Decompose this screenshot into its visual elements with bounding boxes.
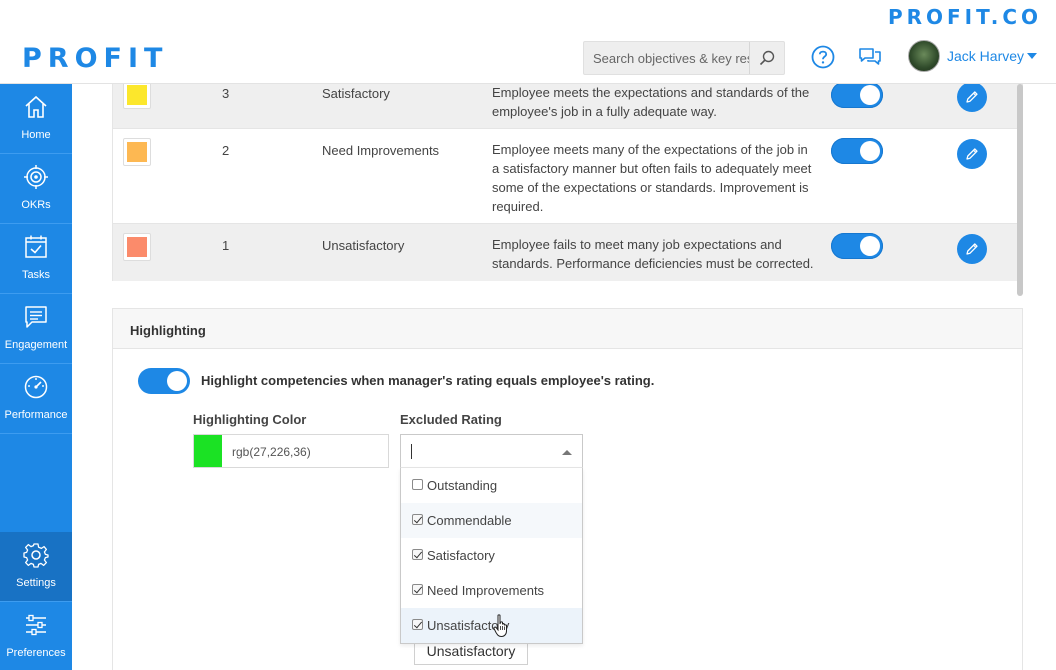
chevron-down-icon bbox=[1027, 53, 1038, 59]
rating-enabled-toggle[interactable] bbox=[831, 233, 883, 259]
edit-button[interactable] bbox=[957, 139, 987, 169]
home-icon bbox=[25, 95, 47, 118]
dropdown-option[interactable]: Unsatisfactory bbox=[401, 608, 582, 643]
app-header: PROFIT.CO PROFIT Jack Harvey bbox=[0, 0, 1056, 84]
rating-color-swatch bbox=[123, 233, 151, 261]
rating-name: Unsatisfactory bbox=[322, 238, 405, 253]
sidebar-item-label: OKRs bbox=[21, 199, 51, 211]
checkbox[interactable] bbox=[412, 514, 423, 525]
avatar bbox=[908, 40, 940, 72]
color-value: rgb(27,226,36) bbox=[232, 445, 311, 459]
sidebar: Home OKRs Tasks Engagement Performance S… bbox=[0, 84, 72, 670]
edit-button[interactable] bbox=[957, 84, 987, 112]
tasks-icon bbox=[25, 235, 47, 258]
rating-name: Satisfactory bbox=[322, 86, 390, 101]
sidebar-item-okrs[interactable]: OKRs bbox=[0, 154, 72, 224]
sidebar-item-home[interactable]: Home bbox=[0, 84, 72, 154]
profit-logo[interactable]: PROFIT bbox=[22, 43, 168, 74]
help-button[interactable] bbox=[810, 44, 836, 70]
rating-description: Employee fails to meet many job expectat… bbox=[492, 237, 814, 271]
dropdown-option[interactable]: Outstanding bbox=[401, 468, 582, 503]
sidebar-item-tasks[interactable]: Tasks bbox=[0, 224, 72, 294]
chevron-up-icon[interactable] bbox=[562, 450, 572, 455]
user-menu[interactable]: Jack Harvey bbox=[908, 40, 1038, 72]
rating-value: 2 bbox=[222, 143, 230, 158]
search-button[interactable] bbox=[749, 42, 784, 74]
rating-color-swatch bbox=[123, 138, 151, 166]
profitco-brand: PROFIT.CO bbox=[887, 5, 1042, 29]
rating-table: 3 Satisfactory Employee meets the expect… bbox=[112, 84, 1023, 281]
target-icon bbox=[24, 165, 48, 189]
pencil-icon bbox=[966, 148, 978, 160]
color-chip bbox=[127, 237, 147, 257]
search-box bbox=[583, 41, 785, 75]
highlight-toggle[interactable] bbox=[138, 368, 190, 394]
pencil-icon bbox=[966, 91, 978, 103]
rating-name: Need Improvements bbox=[322, 143, 440, 158]
highlight-toggle-label: Highlight competencies when manager's ra… bbox=[201, 373, 655, 388]
main-content: 3 Satisfactory Employee meets the expect… bbox=[72, 84, 1056, 670]
sidebar-item-label: Settings bbox=[16, 577, 56, 589]
rating-description: Employee meets the expectations and stan… bbox=[492, 85, 810, 119]
rating-description: Employee meets many of the expectations … bbox=[492, 142, 812, 214]
highlighting-color-label: Highlighting Color bbox=[193, 412, 307, 427]
dropdown-option[interactable]: Commendable bbox=[401, 503, 582, 538]
chat-icon bbox=[859, 48, 881, 65]
sliders-icon bbox=[26, 614, 46, 636]
rating-color-swatch bbox=[123, 84, 151, 109]
search-input[interactable] bbox=[584, 42, 749, 74]
rating-enabled-toggle[interactable] bbox=[831, 138, 883, 164]
table-row: 2 Need Improvements Employee meets many … bbox=[113, 129, 1022, 224]
user-name: Jack Harvey bbox=[947, 48, 1025, 64]
sidebar-item-label: Engagement bbox=[4, 339, 68, 351]
edit-button[interactable] bbox=[957, 234, 987, 264]
excluded-rating-label: Excluded Rating bbox=[400, 412, 502, 427]
highlighting-panel: Highlighting Highlight competencies when… bbox=[112, 308, 1023, 670]
chat-button[interactable] bbox=[857, 44, 883, 70]
gauge-icon bbox=[24, 375, 48, 399]
help-icon bbox=[811, 45, 835, 69]
checkbox[interactable] bbox=[412, 619, 423, 630]
sidebar-item-settings[interactable]: Settings bbox=[0, 532, 72, 602]
color-chip bbox=[127, 142, 147, 162]
excluded-rating-select[interactable] bbox=[400, 434, 583, 468]
scrollbar[interactable] bbox=[1017, 84, 1023, 296]
search-icon bbox=[759, 50, 775, 66]
panel-title: Highlighting bbox=[113, 309, 1022, 349]
engagement-icon bbox=[25, 306, 47, 328]
sidebar-item-engagement[interactable]: Engagement bbox=[0, 294, 72, 364]
table-row: 1 Unsatisfactory Employee fails to meet … bbox=[113, 224, 1022, 281]
checkbox[interactable] bbox=[412, 584, 423, 595]
sidebar-item-label: Home bbox=[21, 129, 51, 141]
rating-value: 3 bbox=[222, 86, 230, 101]
rating-enabled-toggle[interactable] bbox=[831, 84, 883, 108]
highlighting-color-field[interactable]: rgb(27,226,36) bbox=[193, 434, 389, 468]
sidebar-item-label: Tasks bbox=[21, 269, 51, 281]
sidebar-item-preferences[interactable]: Preferences bbox=[0, 602, 72, 670]
sidebar-item-label: Preferences bbox=[6, 647, 66, 659]
text-cursor bbox=[411, 444, 412, 459]
excluded-rating-dropdown: Outstanding Commendable Satisfactory Nee… bbox=[400, 468, 583, 644]
hand-pointer-icon bbox=[493, 614, 507, 638]
pencil-icon bbox=[966, 243, 978, 255]
dropdown-option[interactable]: Need Improvements bbox=[401, 573, 582, 608]
color-chip bbox=[127, 85, 147, 105]
rating-value: 1 bbox=[222, 238, 230, 253]
sidebar-item-label: Performance bbox=[4, 409, 68, 421]
gear-icon bbox=[23, 543, 49, 568]
dropdown-option[interactable]: Satisfactory bbox=[401, 538, 582, 573]
sidebar-item-performance[interactable]: Performance bbox=[0, 364, 72, 434]
color-chip[interactable] bbox=[194, 435, 222, 467]
table-row: 3 Satisfactory Employee meets the expect… bbox=[113, 84, 1022, 129]
checkbox[interactable] bbox=[412, 549, 423, 560]
checkbox[interactable] bbox=[412, 479, 423, 490]
